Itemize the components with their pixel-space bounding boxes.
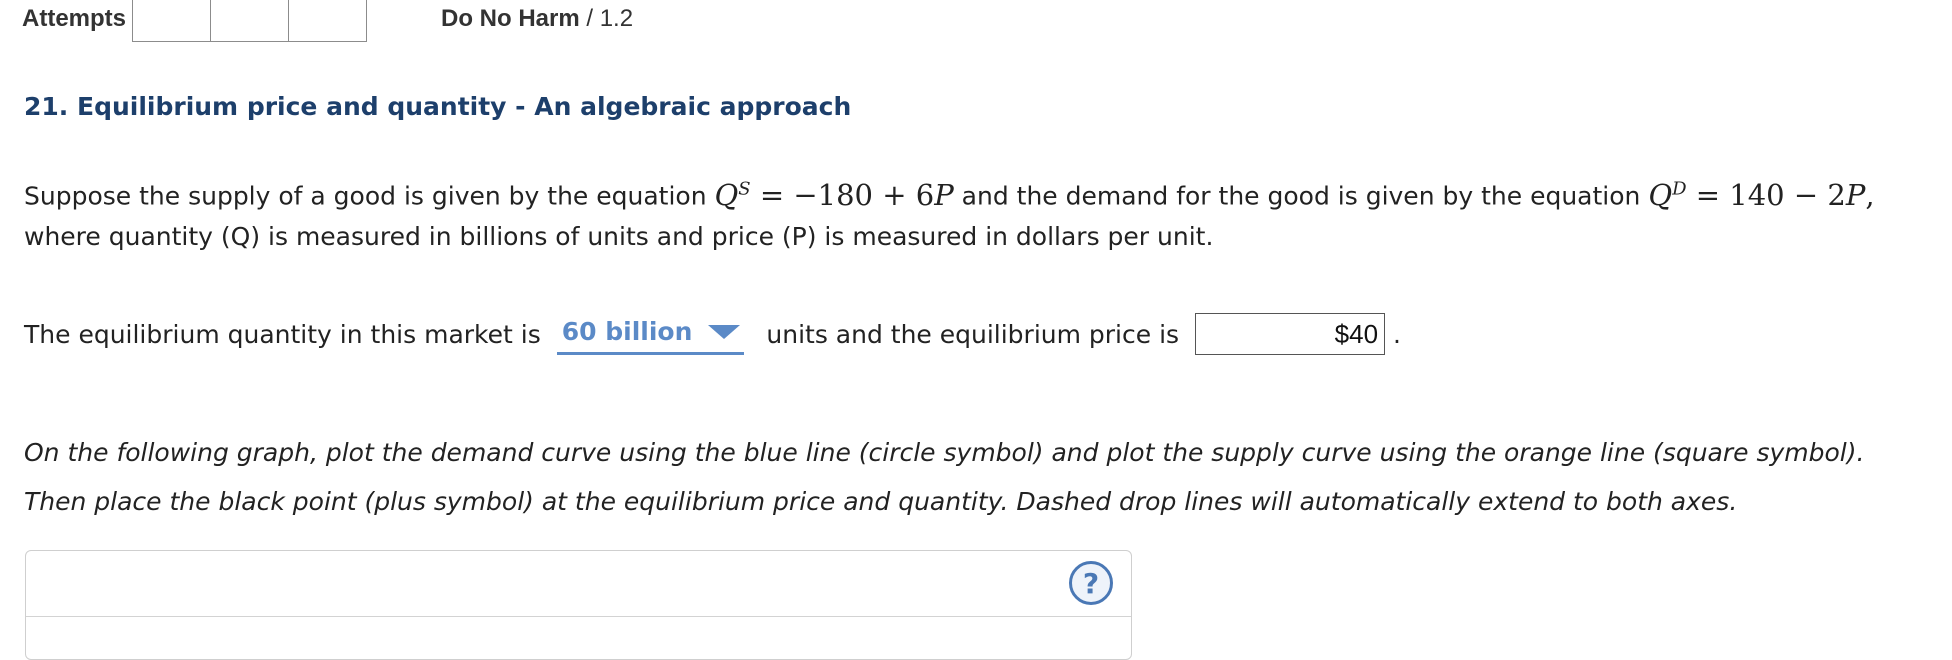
assignment-score: 1.2 [599, 5, 634, 32]
breadcrumb-separator: / [579, 5, 600, 32]
help-button[interactable]: ? [1069, 561, 1113, 605]
question-intro-text: Suppose the supply of a good is given by… [24, 181, 707, 211]
assignment-breadcrumb: Do No Harm / 1.2 [441, 5, 633, 33]
attempt-indicators [132, 0, 367, 42]
attempt-box [210, 0, 289, 42]
graph-instructions-line2: Then place the black point (plus symbol)… [24, 487, 1738, 516]
attempts-label: Attempts [22, 5, 127, 32]
equilibrium-price-input[interactable] [1195, 313, 1386, 355]
graph-panel: ? [25, 550, 1132, 660]
graph-toolbar [26, 551, 1131, 617]
attempt-box [288, 0, 367, 42]
equilibrium-quantity-dropdown[interactable]: 60 billion [556, 314, 745, 355]
question-between-text: and the demand for the good is given by … [961, 181, 1641, 211]
answer-period: . [1393, 319, 1401, 349]
answer-text-before: The equilibrium quantity in this market … [24, 319, 541, 349]
question-title: 21. Equilibrium price and quantity - An … [24, 92, 852, 121]
question-text-line2: where quantity (Q) is measured in billio… [24, 222, 1214, 251]
graph-instructions-line1: On the following graph, plot the demand … [24, 438, 1865, 467]
chevron-down-icon [708, 324, 741, 339]
attempt-box [132, 0, 211, 42]
assignment-name: Do No Harm [441, 5, 580, 32]
demand-equation: QD = 140 − 2P, [1648, 177, 1875, 212]
supply-equation: QS = −180 + 6P [714, 177, 954, 212]
answer-line: The equilibrium quantity in this market … [24, 310, 1401, 358]
question-mark-icon: ? [1082, 566, 1100, 600]
answer-text-middle: units and the equilibrium price is [766, 319, 1180, 349]
equilibrium-quantity-selected: 60 billion [561, 317, 693, 346]
